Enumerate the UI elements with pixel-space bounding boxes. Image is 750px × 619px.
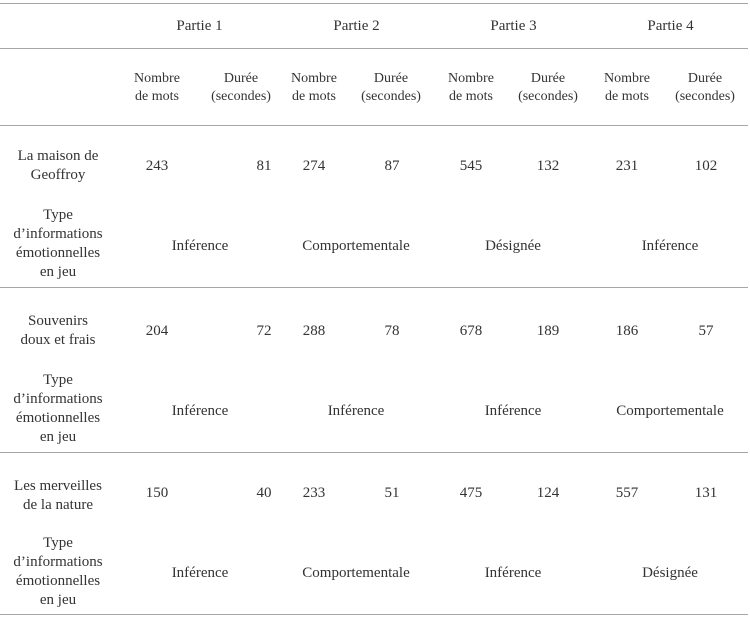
info-type-label: Type d’informations émotionnelles en jeu [13,535,103,608]
word-count-cell: 186 [615,323,639,339]
word-count-cell: 475 [459,485,483,501]
word-count-cell: 678 [459,323,483,339]
subheader-word-count: Nombre de mots [291,71,337,104]
subheader-duration: Durée (secondes) [211,71,271,104]
part-header: Partie 1 [176,18,223,34]
word-count-cell: 557 [615,485,639,501]
info-type-cell: Désignée [485,238,541,254]
info-type-label: Type d’informations émotionnelles en jeu [13,207,103,280]
info-type-label: Type d’informations émotionnelles en jeu [13,372,103,445]
info-type-cell: Inférence [327,403,385,419]
word-count-cell: 243 [145,158,169,174]
word-count-cell: 231 [615,158,639,174]
duration-cell: 189 [536,323,560,339]
duration-cell: 124 [536,485,560,501]
subheader-duration: Durée (secondes) [518,71,578,104]
info-type-cell: Inférence [484,565,542,581]
info-type-cell: Comportementale [302,565,410,581]
part-header: Partie 4 [647,18,694,34]
duration-cell: 78 [384,323,400,339]
table-top-rule [0,3,748,4]
duration-cell: 51 [384,485,400,501]
subheader-duration: Durée (secondes) [361,71,421,104]
word-count-cell: 274 [302,158,326,174]
info-type-cell: Inférence [171,238,229,254]
info-type-cell: Inférence [171,565,229,581]
duration-cell: 87 [384,158,400,174]
info-type-cell: Comportementale [616,403,724,419]
subheader-word-count: Nombre de mots [604,71,650,104]
word-count-cell: 545 [459,158,483,174]
row-separator [0,287,748,288]
info-type-cell: Inférence [484,403,542,419]
header-rule [0,48,748,49]
duration-cell: 132 [536,158,560,174]
duration-cell: 57 [698,323,714,339]
info-type-cell: Comportementale [302,238,410,254]
subheader-rule [0,125,748,126]
subheader-word-count: Nombre de mots [448,71,494,104]
table-bottom-rule [0,614,748,615]
info-type-cell: Désignée [642,565,698,581]
duration-cell: 102 [694,158,718,174]
word-count-cell: 150 [145,485,169,501]
subheader-duration: Durée (secondes) [675,71,735,104]
word-count-cell: 288 [302,323,326,339]
duration-cell: 131 [694,485,718,501]
part-header: Partie 3 [490,18,537,34]
story-title: Les merveilles de la nature [14,478,102,513]
story-title: Souvenirs doux et frais [20,313,96,348]
info-type-cell: Inférence [171,403,229,419]
word-count-cell: 204 [145,323,169,339]
subheader-word-count: Nombre de mots [134,71,180,104]
row-separator [0,452,748,453]
word-count-cell: 233 [302,485,326,501]
story-title: La maison de Geoffroy [17,148,99,183]
part-header: Partie 2 [333,18,380,34]
info-type-cell: Inférence [641,238,699,254]
